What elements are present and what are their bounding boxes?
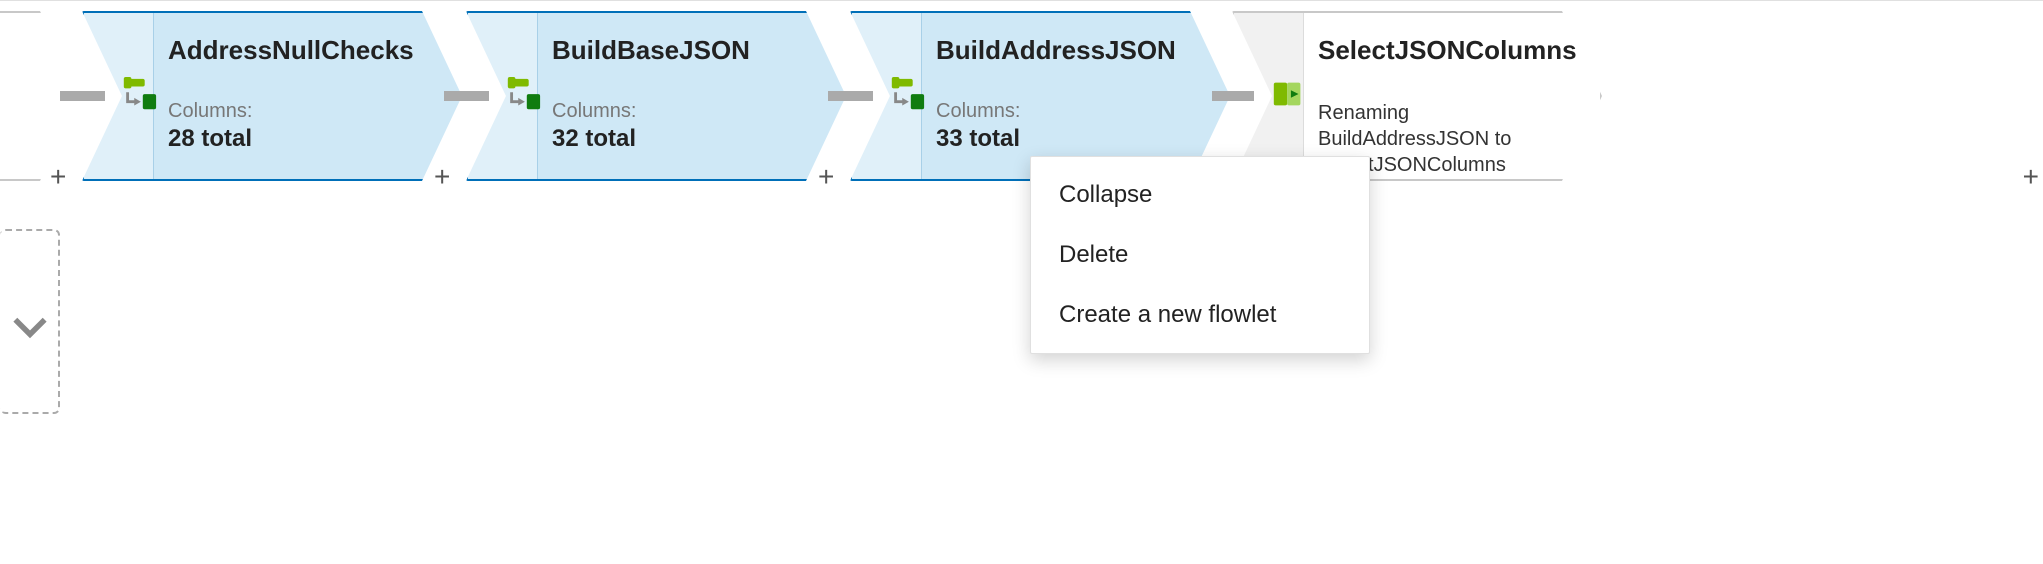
node-buildbasejson[interactable]: BuildBaseJSON Columns: 32 total	[466, 11, 846, 181]
node-title: AddressNullChecks	[168, 35, 405, 66]
columns-value: 28 total	[168, 125, 405, 153]
columns-label: Columns:	[168, 100, 405, 123]
columns-label: Columns:	[552, 100, 783, 123]
node-content: AddressNullChecks Columns: 28 total	[154, 13, 460, 179]
node-icon-column	[852, 13, 922, 179]
derived-column-icon	[120, 77, 158, 115]
add-step-button[interactable]: +	[2023, 161, 2039, 193]
node-title: SelectJSONColumns	[1318, 35, 1545, 66]
node-addressnullchecks[interactable]: AddressNullChecks Columns: 28 total	[82, 11, 462, 181]
menu-item-new-flowlet[interactable]: Create a new flowlet	[1031, 285, 1369, 345]
menu-item-delete[interactable]: Delete	[1031, 225, 1369, 285]
chevron-down-icon[interactable]	[2, 299, 57, 354]
add-step-button[interactable]: +	[434, 161, 450, 193]
add-step-button[interactable]: +	[818, 161, 834, 193]
dataflow-canvas[interactable]: + AddressNullChecks Columns: 28 total	[0, 0, 2043, 564]
node-title: BuildAddressJSON	[936, 35, 1173, 66]
node-icon-column	[468, 13, 538, 179]
columns-label: Columns:	[936, 100, 1173, 123]
node-icon-column	[84, 13, 154, 179]
node-content: BuildAddressJSON Columns: 33 total	[922, 13, 1228, 179]
derived-column-icon	[504, 77, 542, 115]
node-icon-column	[1234, 13, 1304, 179]
columns-value: 33 total	[936, 125, 1173, 153]
columns-value: 32 total	[552, 125, 783, 153]
derived-column-icon	[888, 77, 926, 115]
menu-item-collapse[interactable]: Collapse	[1031, 165, 1369, 225]
context-menu: Collapse Delete Create a new flowlet	[1030, 156, 1370, 354]
node-title: BuildBaseJSON	[552, 35, 783, 66]
add-step-button[interactable]: +	[50, 161, 66, 193]
select-icon	[1270, 75, 1308, 118]
node-content: SelectJSONColumns Renaming BuildAddressJ…	[1304, 13, 1600, 179]
node-content: BuildBaseJSON Columns: 32 total	[538, 13, 838, 179]
